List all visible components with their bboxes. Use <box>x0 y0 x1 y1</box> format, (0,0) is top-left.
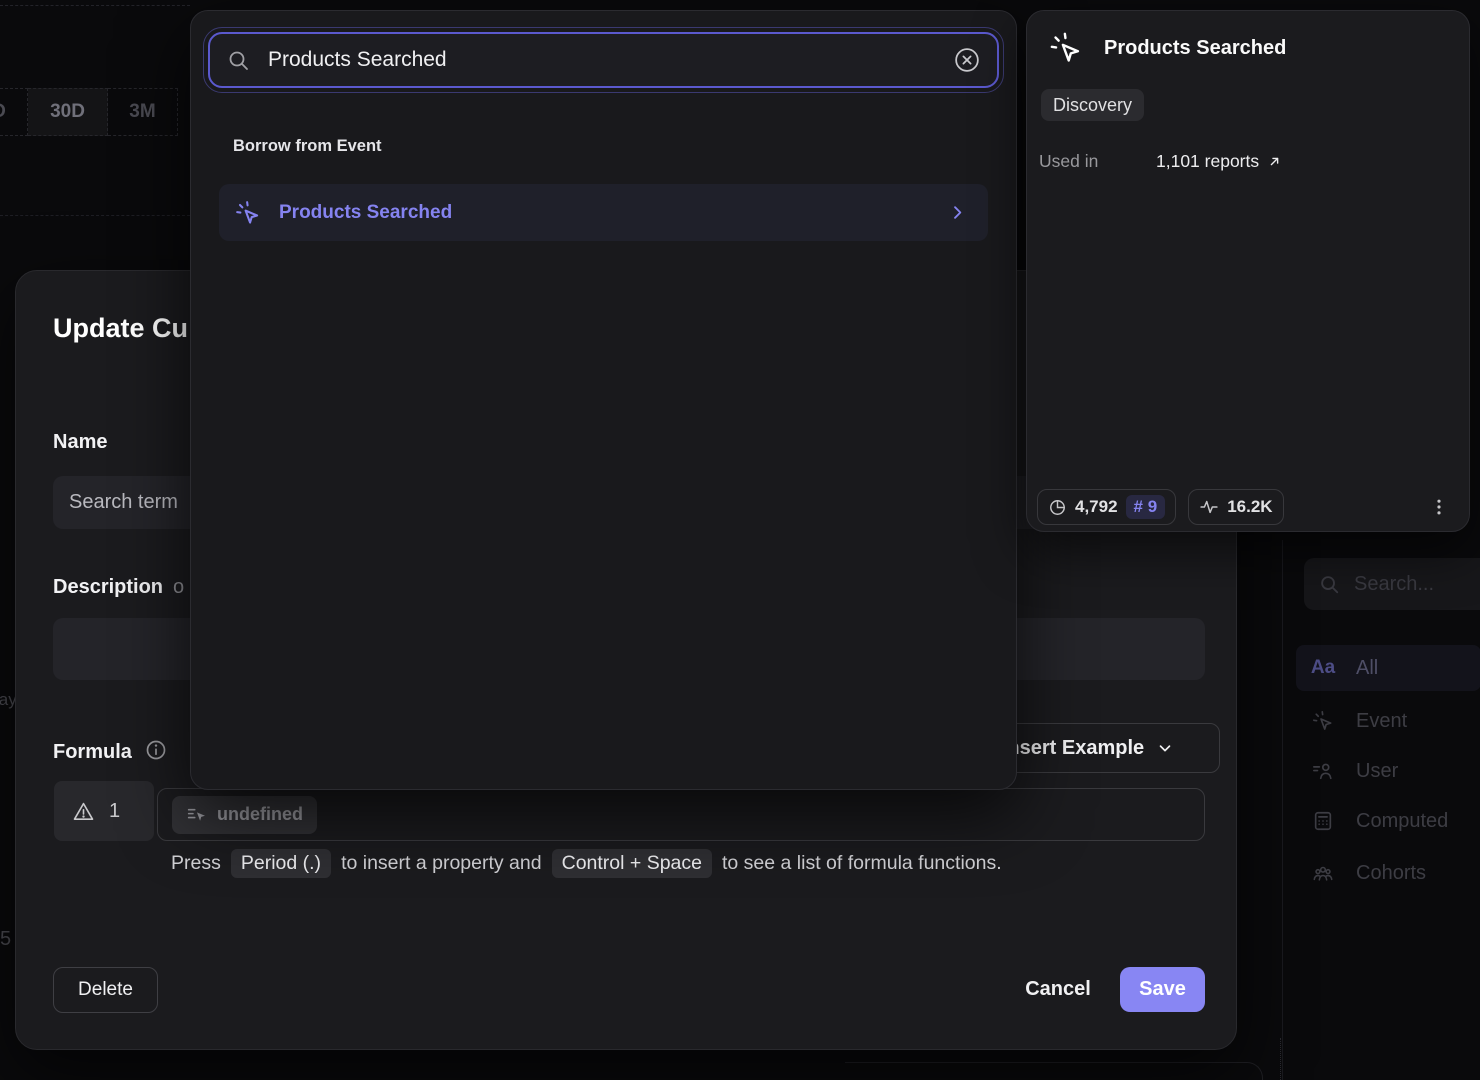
chip-label: undefined <box>217 804 303 825</box>
name-label: Name <box>53 431 107 454</box>
event-icon <box>235 200 261 226</box>
search-field[interactable] <box>208 32 999 88</box>
search-result-products-searched[interactable]: Products Searched <box>219 184 988 241</box>
info-icon[interactable] <box>144 738 168 762</box>
sidebar-item-label: Event <box>1356 710 1407 733</box>
search-icon <box>226 48 250 72</box>
background-divider <box>0 5 190 6</box>
user-icon <box>1310 760 1336 782</box>
volume-pill[interactable]: 16.2K <box>1188 489 1283 525</box>
pie-chart-icon <box>1048 498 1067 517</box>
more-options-icon[interactable] <box>1423 491 1455 523</box>
sidebar-item-label: Cohorts <box>1356 862 1426 885</box>
result-label: Products Searched <box>279 202 931 224</box>
time-range-30d[interactable]: 30D <box>28 88 108 136</box>
sidebar-item-all[interactable]: Aa All <box>1296 645 1480 691</box>
error-count: 1 <box>109 800 120 823</box>
formula-error-badge: 1 <box>54 781 154 841</box>
rank-badge: # 9 <box>1126 495 1166 519</box>
used-in-reports-link[interactable]: 1,101 reports <box>1156 151 1282 172</box>
sidebar-item-event[interactable]: Event <box>1296 698 1480 744</box>
property-search-dialog: Borrow from Event Products Searched <box>190 10 1017 790</box>
optional-hint: o <box>173 576 184 598</box>
sidebar-item-computed[interactable]: Computed <box>1296 798 1480 844</box>
screen: D 30D 3M lay 5 Aa All Event User <box>0 0 1480 1080</box>
count-pill[interactable]: 4,792 # 9 <box>1037 489 1176 525</box>
description-label: Descriptiono <box>53 576 184 599</box>
formula-property-chip[interactable]: undefined <box>172 796 317 834</box>
card-title: Products Searched <box>1104 37 1286 60</box>
background-dotted-line <box>1280 1038 1281 1080</box>
delete-button[interactable]: Delete <box>53 967 158 1013</box>
time-range-selector: D 30D 3M <box>0 88 178 136</box>
chevron-right-icon <box>949 204 966 221</box>
used-in-label: Used in <box>1039 151 1156 172</box>
event-info-card: Products Searched Discovery Used in 1,10… <box>1026 10 1470 532</box>
stats-row: 4,792 # 9 16.2K <box>1037 489 1284 525</box>
formula-input[interactable]: undefined <box>157 788 1205 841</box>
clear-icon[interactable] <box>953 46 981 74</box>
key-period: Period (.) <box>231 849 331 878</box>
formula-hint: Press Period (.) to insert a property an… <box>171 849 1002 878</box>
volume-value: 16.2K <box>1227 497 1272 517</box>
background-divider <box>0 215 190 216</box>
chevron-down-icon <box>1156 739 1174 757</box>
external-link-icon <box>1267 154 1282 169</box>
property-type-sidebar: Aa All Event User Computed Cohorts <box>1282 540 1480 1080</box>
search-input[interactable] <box>268 48 935 72</box>
text-aa-icon: Aa <box>1310 657 1336 679</box>
warning-icon <box>72 800 95 823</box>
modal-title: Update Cu <box>53 313 188 344</box>
background-panel-edge <box>845 1062 1263 1080</box>
key-control-space: Control + Space <box>552 849 712 878</box>
sidebar-item-cohorts[interactable]: Cohorts <box>1296 850 1480 896</box>
category-badge: Discovery <box>1041 89 1144 121</box>
calculator-icon <box>1310 810 1336 832</box>
background-number-fragment: 5 <box>0 928 11 951</box>
event-icon <box>1049 31 1083 65</box>
cohorts-icon <box>1310 862 1336 884</box>
activity-icon <box>1199 497 1219 517</box>
search-icon <box>1318 573 1340 595</box>
sidebar-search-input[interactable] <box>1354 573 1474 596</box>
time-range-3m[interactable]: 3M <box>108 88 178 136</box>
sidebar-item-label: All <box>1356 657 1378 680</box>
save-button[interactable]: Save <box>1120 967 1205 1012</box>
sidebar-item-user[interactable]: User <box>1296 748 1480 794</box>
section-label: Borrow from Event <box>233 137 382 156</box>
count-value: 4,792 <box>1075 497 1118 517</box>
sidebar-search[interactable] <box>1304 558 1480 610</box>
formula-label: Formula <box>53 738 168 764</box>
sidebar-item-label: User <box>1356 760 1398 783</box>
time-range-7d[interactable]: D <box>0 88 28 136</box>
sidebar-item-label: Computed <box>1356 810 1448 833</box>
used-in-row: Used in 1,101 reports <box>1039 151 1282 172</box>
cancel-button[interactable]: Cancel <box>1003 967 1113 1012</box>
event-property-icon <box>186 804 207 825</box>
event-icon <box>1310 710 1336 732</box>
